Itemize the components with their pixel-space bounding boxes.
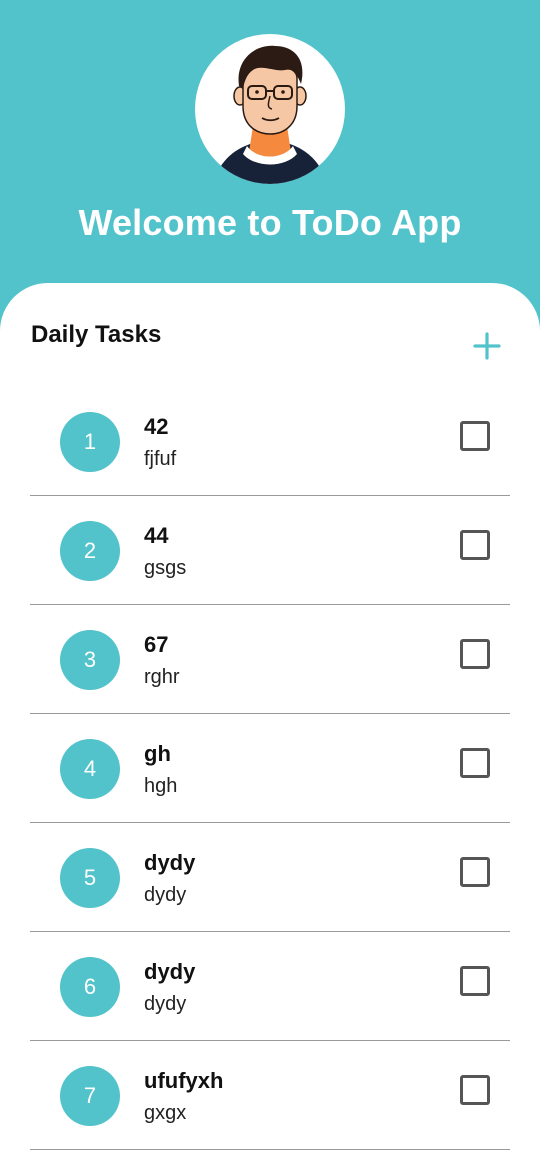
plus-icon (473, 332, 501, 360)
section-title: Daily Tasks (31, 321, 162, 348)
task-title: dydy (144, 850, 196, 875)
task-item[interactable]: 2 44 gsgs (30, 496, 510, 605)
task-description: gsgs (144, 557, 187, 579)
task-item[interactable]: 1 42 fjfuf (30, 387, 510, 496)
task-number-badge: 4 (60, 739, 120, 799)
app-header: Welcome to ToDo App (0, 0, 540, 300)
tasks-panel: Daily Tasks 1 42 fjfuf 2 44 gsgs 3 67 rg… (0, 283, 540, 1174)
task-item[interactable]: 5 dydy dydy (30, 823, 510, 932)
task-checkbox[interactable] (460, 1075, 490, 1105)
task-item[interactable]: 3 67 rghr (30, 605, 510, 714)
task-description: rghr (144, 666, 180, 688)
add-task-button[interactable] (468, 327, 506, 365)
task-list: 1 42 fjfuf 2 44 gsgs 3 67 rghr 4 gh hgh … (30, 387, 510, 1150)
task-number-badge: 7 (60, 1066, 120, 1126)
task-description: hgh (144, 775, 178, 797)
task-title: 67 (144, 632, 169, 657)
task-title: gh (144, 741, 171, 766)
task-title: 42 (144, 414, 169, 439)
task-number-badge: 5 (60, 848, 120, 908)
task-checkbox[interactable] (460, 748, 490, 778)
task-title: dydy (144, 959, 196, 984)
task-title: ufufyxh (144, 1068, 224, 1093)
avatar (195, 34, 345, 184)
task-checkbox[interactable] (460, 857, 490, 887)
task-title: 44 (144, 523, 169, 548)
task-description: gxgx (144, 1102, 187, 1124)
welcome-title: Welcome to ToDo App (78, 202, 462, 243)
avatar-illustration (213, 45, 327, 184)
task-number-badge: 1 (60, 412, 120, 472)
task-item[interactable]: 7 ufufyxh gxgx (30, 1041, 510, 1150)
task-checkbox[interactable] (460, 639, 490, 669)
task-description: dydy (144, 993, 187, 1015)
task-item[interactable]: 6 dydy dydy (30, 932, 510, 1041)
task-number-badge: 6 (60, 957, 120, 1017)
task-checkbox[interactable] (460, 966, 490, 996)
task-number-badge: 2 (60, 521, 120, 581)
task-item[interactable]: 4 gh hgh (30, 714, 510, 823)
task-checkbox[interactable] (460, 421, 490, 451)
task-description: dydy (144, 884, 187, 906)
task-description: fjfuf (144, 448, 177, 470)
task-checkbox[interactable] (460, 530, 490, 560)
task-number-badge: 3 (60, 630, 120, 690)
